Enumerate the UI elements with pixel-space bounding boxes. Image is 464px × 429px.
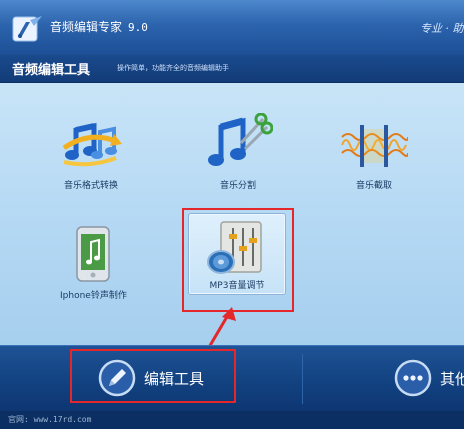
footer: 官网: www.17rd.com <box>0 411 464 429</box>
pencil-icon <box>98 359 136 397</box>
app-version: 9.0 <box>128 21 148 34</box>
footer-website: 官网: www.17rd.com <box>8 415 92 424</box>
tab-label: 编辑工具 <box>144 370 205 388</box>
section-subtitle: 操作简单，功能齐全的音频编辑助手 <box>117 64 229 72</box>
tool-label: 音乐格式转换 <box>63 181 118 191</box>
tool-music-split[interactable]: 音乐分割 <box>203 113 273 198</box>
tool-label: MP3音量调节 <box>209 281 265 291</box>
tool-label: 音乐截取 <box>355 181 392 191</box>
tab-label: 其他 <box>440 370 464 388</box>
tool-iphone-ringtone[interactable]: Iphone铃声制作 <box>60 226 127 306</box>
tab-divider <box>302 354 303 404</box>
tool-music-clip[interactable]: 音乐截取 <box>340 123 408 198</box>
section-header: 音频编辑工具 操作简单，功能齐全的音频编辑助手 <box>0 55 464 83</box>
more-icon <box>394 359 432 397</box>
music-notes-arrow-icon <box>62 122 122 167</box>
tab-other[interactable]: 其他 <box>394 359 464 399</box>
title-bar: 音频编辑专家 9.0 专业 · 助 <box>0 0 464 55</box>
app-title: 音频编辑专家 9.0 <box>50 18 148 35</box>
app-name: 音频编辑专家 <box>50 20 123 34</box>
tool-mp3-volume-adjust[interactable]: MP3音量调节 <box>188 213 286 295</box>
tools-panel: 音乐格式转换 音乐分割 音乐截取 Iphone铃声制作 MP3音量调节 <box>0 83 464 350</box>
tool-music-format-convert[interactable]: 音乐格式转换 <box>60 118 122 198</box>
tool-label: 音乐分割 <box>219 181 256 191</box>
iphone-music-icon <box>76 226 110 282</box>
bottom-tab-bar: 编辑工具 其他 <box>0 345 464 412</box>
app-logo-icon <box>12 16 42 42</box>
app-window: 音频编辑专家 9.0 专业 · 助 音频编辑工具 操作简单，功能齐全的音频编辑助手… <box>0 0 464 429</box>
tool-label: Iphone铃声制作 <box>60 291 127 301</box>
waveform-clip-icon <box>341 125 408 167</box>
section-title: 音频编辑工具 <box>12 63 91 78</box>
volume-mixer-speaker-icon <box>207 221 262 274</box>
slogan: 专业 · 助 <box>420 22 464 35</box>
tab-edit-tools[interactable]: 编辑工具 <box>98 359 228 399</box>
music-note-scissors-icon <box>208 113 273 166</box>
